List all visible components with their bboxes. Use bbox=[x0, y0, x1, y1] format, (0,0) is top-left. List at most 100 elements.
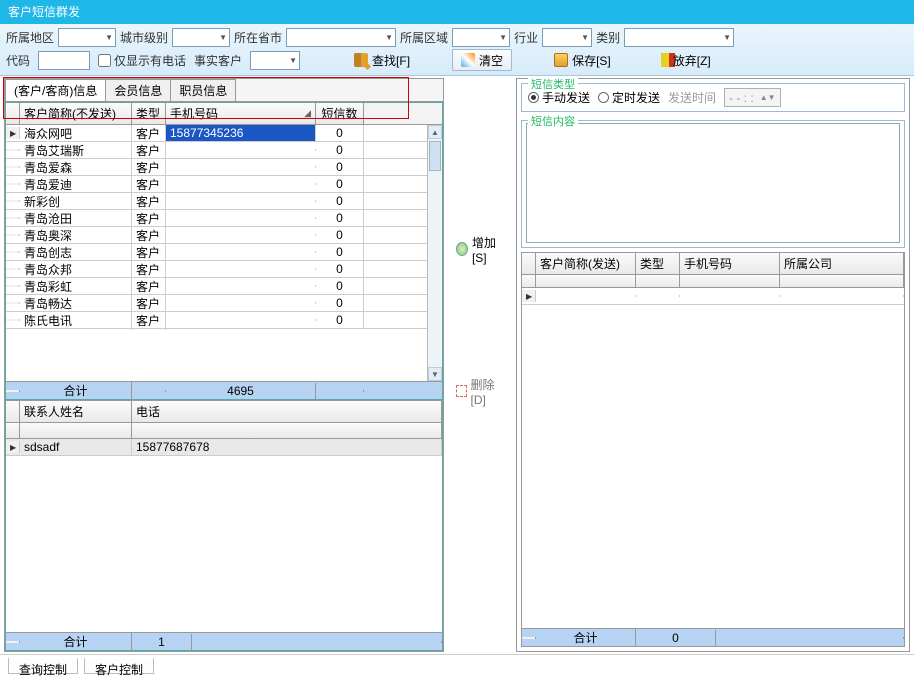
clear-button[interactable]: 清空 bbox=[452, 49, 512, 71]
tab-query-control[interactable]: 查询控制 bbox=[8, 657, 78, 674]
cell-name[interactable]: 陈氏电讯 bbox=[20, 311, 132, 330]
table-row[interactable]: 青岛创志客户0 bbox=[6, 244, 427, 261]
table-row[interactable] bbox=[522, 288, 904, 305]
cell-count[interactable]: 0 bbox=[316, 159, 364, 175]
cell-count[interactable]: 0 bbox=[316, 261, 364, 277]
cell-type[interactable]: 客户 bbox=[132, 311, 166, 330]
col-send-name[interactable]: 客户简称(发送) bbox=[536, 253, 636, 274]
cell-phone[interactable] bbox=[166, 268, 316, 270]
cell-phone[interactable] bbox=[166, 285, 316, 287]
table-row[interactable]: 青岛爱迪客户0 bbox=[6, 176, 427, 193]
table-row[interactable]: 海众网吧客户158773452360 bbox=[6, 125, 427, 142]
cell-count[interactable]: 0 bbox=[316, 210, 364, 226]
chevron-down-icon: ▼ bbox=[499, 33, 507, 42]
cell-phone[interactable] bbox=[166, 217, 316, 219]
col-tel[interactable]: 电话 bbox=[132, 401, 442, 422]
cell-phone[interactable]: 15877345236 bbox=[166, 125, 316, 141]
col-sms-count[interactable]: 短信数 bbox=[316, 103, 364, 124]
radio-timed-send[interactable]: 定时发送 bbox=[598, 89, 660, 106]
area-combo[interactable]: ▼ bbox=[452, 28, 510, 47]
scroll-up-arrow[interactable]: ▲ bbox=[428, 125, 442, 139]
col-phone[interactable]: 手机号码◢ bbox=[166, 103, 316, 124]
vertical-scrollbar[interactable]: ▲ ▼ bbox=[427, 125, 442, 381]
cell-phone[interactable] bbox=[166, 234, 316, 236]
cell-phone[interactable] bbox=[166, 319, 316, 321]
tab-customer-control[interactable]: 客户控制 bbox=[84, 657, 154, 674]
region-combo[interactable]: ▼ bbox=[58, 28, 116, 47]
right-panel: 短信类型 手动发送 定时发送 发送时间 - - : : ▲▼ 短信内容 客户简称… bbox=[516, 78, 910, 652]
row-marker bbox=[6, 200, 20, 202]
scroll-thumb[interactable] bbox=[429, 141, 441, 171]
cell-phone[interactable] bbox=[166, 302, 316, 304]
cell-count[interactable]: 0 bbox=[316, 125, 364, 141]
add-button[interactable]: 增加[S] bbox=[448, 238, 512, 260]
save-button[interactable]: 保存[S] bbox=[546, 49, 619, 71]
col-send-company[interactable]: 所属公司 bbox=[780, 253, 904, 274]
real-customer-combo[interactable]: ▼ bbox=[250, 51, 300, 70]
sms-content-textarea[interactable] bbox=[526, 123, 900, 243]
cell-count[interactable]: 0 bbox=[316, 176, 364, 192]
cell-phone[interactable] bbox=[166, 149, 316, 151]
col-send-type[interactable]: 类型 bbox=[636, 253, 680, 274]
cell-phone[interactable] bbox=[166, 166, 316, 168]
scroll-down-arrow[interactable]: ▼ bbox=[428, 367, 442, 381]
footer-total: 0 bbox=[636, 630, 716, 646]
cell-count[interactable]: 0 bbox=[316, 295, 364, 311]
cell-contact[interactable]: sdsadf bbox=[20, 439, 132, 455]
cell-count[interactable]: 0 bbox=[316, 244, 364, 260]
citylevel-combo[interactable]: ▼ bbox=[172, 28, 230, 47]
chevron-down-icon: ▼ bbox=[219, 33, 227, 42]
discard-button[interactable]: 放弃[Z] bbox=[653, 49, 719, 71]
footer-label: 合计 bbox=[20, 632, 132, 651]
cell-phone[interactable] bbox=[166, 200, 316, 202]
col-customer-name[interactable]: 客户简称(不发送) bbox=[20, 103, 132, 124]
code-label: 代码 bbox=[6, 52, 30, 69]
table-row[interactable]: 青岛众邦客户0 bbox=[6, 261, 427, 278]
col-type[interactable]: 类型 bbox=[132, 103, 166, 124]
category-combo[interactable]: ▼ bbox=[624, 28, 734, 47]
cell-phone[interactable] bbox=[166, 251, 316, 253]
left-panel: (客户/客商)信息 会员信息 职员信息 客户简称(不发送) 类型 手机号码◢ 短… bbox=[4, 78, 444, 652]
table-row[interactable]: 青岛奥深客户0 bbox=[6, 227, 427, 244]
cell-count[interactable]: 0 bbox=[316, 193, 364, 209]
cell-tel[interactable]: 15877687678 bbox=[132, 439, 442, 455]
code-input[interactable] bbox=[38, 51, 90, 70]
filter-bar: 所属地区 ▼ 城市级别 ▼ 所在省市 ▼ 所属区域 ▼ 行业 ▼ 类别 ▼ 代码… bbox=[0, 24, 914, 76]
tab-customer-info[interactable]: (客户/客商)信息 bbox=[5, 79, 106, 101]
table-row[interactable]: 青岛沧田客户0 bbox=[6, 210, 427, 227]
table-row[interactable]: 青岛艾瑞斯客户0 bbox=[6, 142, 427, 159]
cell-count[interactable]: 0 bbox=[316, 278, 364, 294]
chevron-down-icon: ▼ bbox=[581, 33, 589, 42]
region-label: 所属地区 bbox=[6, 29, 54, 46]
table-row[interactable]: 新彩创客户0 bbox=[6, 193, 427, 210]
table-row[interactable]: 青岛畅达客户0 bbox=[6, 295, 427, 312]
cell-count[interactable]: 0 bbox=[316, 312, 364, 328]
send-grid: 客户简称(发送) 类型 手机号码 所属公司 合计 0 bbox=[521, 252, 905, 647]
table-row[interactable]: 青岛彩虹客户0 bbox=[6, 278, 427, 295]
table-row[interactable]: sdsadf15877687678 bbox=[6, 439, 442, 456]
cell-phone[interactable] bbox=[166, 183, 316, 185]
table-row[interactable]: 陈氏电讯客户 0 bbox=[6, 312, 427, 329]
row-marker bbox=[6, 302, 20, 304]
delete-button[interactable]: 删除[D] bbox=[448, 380, 512, 402]
col-send-phone[interactable]: 手机号码 bbox=[680, 253, 780, 274]
only-phone-checkbox[interactable] bbox=[98, 54, 111, 67]
col-contact-name[interactable]: 联系人姓名 bbox=[20, 401, 132, 422]
delete-label: 删除[D] bbox=[471, 376, 504, 407]
industry-combo[interactable]: ▼ bbox=[542, 28, 592, 47]
industry-label: 行业 bbox=[514, 29, 538, 46]
province-label: 所在省市 bbox=[234, 29, 282, 46]
row-marker bbox=[6, 234, 20, 236]
save-icon bbox=[554, 53, 568, 67]
find-button[interactable]: 查找[F] bbox=[346, 49, 418, 71]
send-time-picker[interactable]: - - : : ▲▼ bbox=[724, 88, 781, 107]
cell-count[interactable]: 0 bbox=[316, 227, 364, 243]
tab-staff-info[interactable]: 职员信息 bbox=[170, 79, 236, 101]
row-marker bbox=[6, 268, 20, 270]
sms-type-group: 短信类型 手动发送 定时发送 发送时间 - - : : ▲▼ bbox=[521, 83, 905, 112]
province-combo[interactable]: ▼ bbox=[286, 28, 396, 47]
tab-member-info[interactable]: 会员信息 bbox=[105, 79, 171, 101]
cell-count[interactable]: 0 bbox=[316, 142, 364, 158]
sort-icon: ◢ bbox=[304, 108, 311, 119]
table-row[interactable]: 青岛爱森客户0 bbox=[6, 159, 427, 176]
